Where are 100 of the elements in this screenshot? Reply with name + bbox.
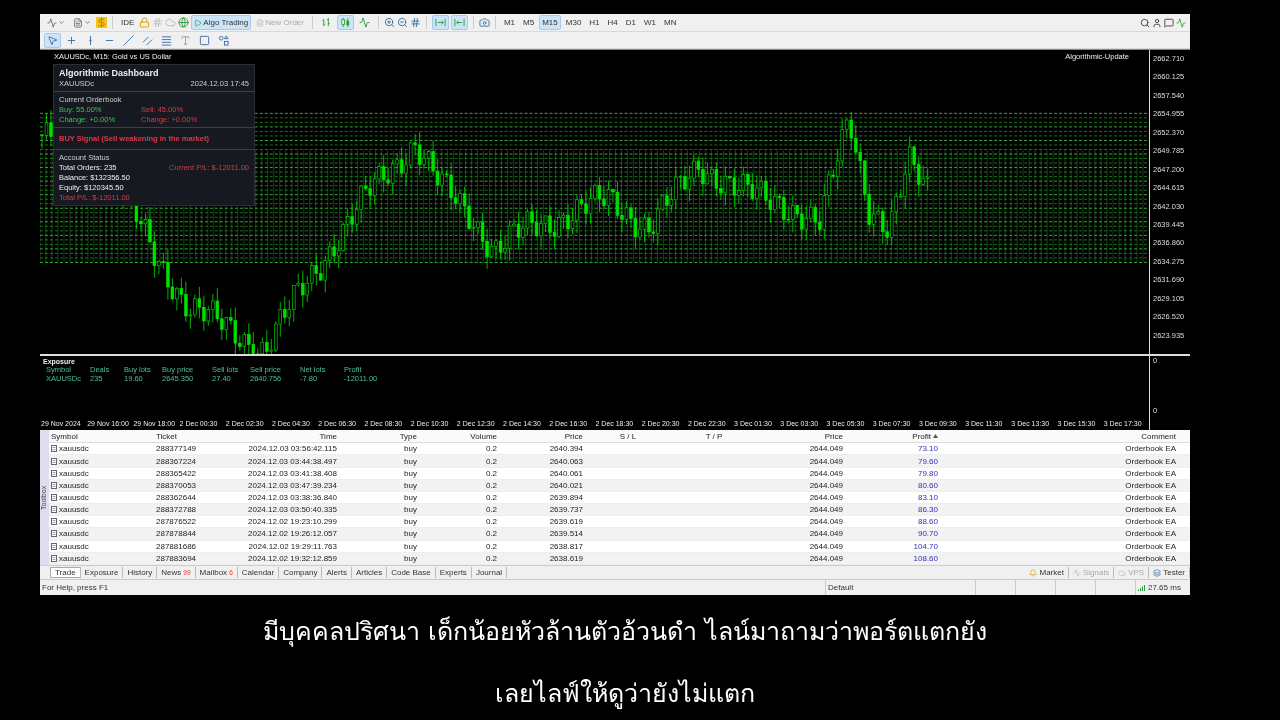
panel-tab[interactable]: Exposure <box>80 567 124 579</box>
document-icon <box>73 17 83 28</box>
column-header[interactable]: Time <box>229 431 339 441</box>
table-cell-text: 2644.049 <box>808 493 844 502</box>
service-tab[interactable]: Market <box>1025 567 1069 579</box>
table-cell-text: 2644.049 <box>808 553 844 563</box>
channel-icon <box>142 34 153 46</box>
table-cell-text: buy <box>403 493 418 502</box>
table-cell-text: 2024.12.02 19:29:11.763 <box>247 541 338 551</box>
table-cell-text: 2024.12.03 03:44:38.497 <box>247 456 338 466</box>
table-cell-text: 104.70 <box>912 541 939 551</box>
toggle-button[interactable] <box>44 32 61 48</box>
column-header[interactable]: Profit <box>845 431 940 441</box>
table-cell-text: 2644.049 <box>808 529 844 539</box>
timeframe-button[interactable]: H1 <box>586 15 603 31</box>
panel-tab[interactable]: History <box>123 567 158 579</box>
column-header[interactable]: T / P <box>671 431 757 441</box>
table-cell-text: 2644.049 <box>808 517 844 527</box>
bar-chart-icon <box>320 17 332 29</box>
toggle-button[interactable] <box>431 15 449 31</box>
table-cell-text: 88.60 <box>916 517 939 527</box>
table-cell-text: 2639.514 <box>548 529 584 539</box>
column-header[interactable]: S / L <box>585 431 671 441</box>
table-cell-text: Orderbook EA <box>1124 517 1177 527</box>
panel-tab[interactable]: Code Base <box>387 567 436 579</box>
table-cell-text: 2638.817 <box>548 541 584 551</box>
play-icon <box>194 18 203 27</box>
table-cell-text: 2024.12.02 19:26:12.057 <box>247 529 338 539</box>
candlestick-icon <box>339 17 351 29</box>
timeframe-button[interactable]: M15 <box>539 15 561 31</box>
table-cell-text: 2638.619 <box>548 553 584 563</box>
toggle-button[interactable] <box>120 32 137 48</box>
timeframe-button[interactable]: M1 <box>500 15 519 31</box>
service-tab[interactable]: Tester <box>1149 567 1190 579</box>
globe-icon[interactable] <box>178 17 190 29</box>
column-header[interactable]: Price <box>499 431 585 441</box>
camera-icon[interactable] <box>478 17 490 29</box>
column-header[interactable]: Symbol <box>49 431 154 441</box>
table-cell-text: 79.80 <box>916 468 939 478</box>
column-header[interactable]: Ticket <box>154 431 229 441</box>
column-header[interactable]: Type <box>339 431 419 441</box>
table-cell-text: Orderbook EA <box>1124 529 1177 539</box>
table-cell-text: 288367224 <box>155 456 198 466</box>
table-cell-text: Orderbook EA <box>1124 444 1177 454</box>
chart-shift-icon <box>453 17 465 29</box>
table-cell-text: 0.2 <box>484 553 498 563</box>
shapes-icon <box>218 34 229 46</box>
table-cell-text: 79.60 <box>916 456 939 466</box>
panel-tab[interactable]: Alerts <box>322 567 352 579</box>
cloud-icon[interactable] <box>165 17 177 29</box>
table-cell-text: 2640.394 <box>548 444 584 454</box>
toggle-button[interactable] <box>336 15 354 31</box>
table-cell-text: 2644.049 <box>808 505 844 515</box>
grid-icon[interactable] <box>152 17 164 29</box>
table-cell-text: 2639.619 <box>548 517 584 527</box>
zoom-in-icon[interactable] <box>383 17 395 29</box>
column-header[interactable]: Price <box>757 431 845 441</box>
tester-icon <box>1153 568 1162 577</box>
timeframe-button[interactable]: W1 <box>641 15 660 31</box>
search-icon[interactable] <box>1140 17 1150 28</box>
zoom-out-icon[interactable] <box>396 17 408 29</box>
grid-icon[interactable] <box>409 17 421 29</box>
panel-tab[interactable]: Trade <box>50 567 81 579</box>
timeframe-button[interactable]: M5 <box>520 15 538 31</box>
timeframe-button[interactable]: D1 <box>622 15 640 31</box>
table-cell: xauusdc <box>49 505 154 515</box>
timeframe-button[interactable]: H4 <box>604 15 621 31</box>
market-icon[interactable] <box>1176 17 1186 28</box>
timeframe-button[interactable]: MN <box>661 15 680 31</box>
account-icon[interactable] <box>1152 17 1162 28</box>
table-cell-text: 2644.049 <box>808 541 844 551</box>
panel-tab[interactable]: Experts <box>435 567 472 579</box>
table-cell-text: 0.2 <box>484 529 498 539</box>
column-header[interactable]: Volume <box>419 431 499 441</box>
status-help: For Help, press F1 <box>41 582 110 595</box>
cloud-icon <box>1118 568 1127 577</box>
order-icon <box>51 554 57 562</box>
table-cell-text: 86.30 <box>916 505 939 515</box>
table-cell-text: 2024.12.03 03:47:39.234 <box>247 480 338 490</box>
panel-tab[interactable]: Articles <box>351 567 388 579</box>
table-cell-text: Orderbook EA <box>1124 480 1177 490</box>
table-cell-text: buy <box>403 444 418 454</box>
panel-tab[interactable]: Company <box>279 567 323 579</box>
table-cell-text: 2024.12.02 19:23:10.299 <box>247 517 338 527</box>
panel-tab[interactable]: Journal <box>471 567 508 579</box>
order-icon <box>51 481 57 489</box>
cursor-icon <box>47 34 58 46</box>
chat-icon[interactable] <box>1164 17 1174 28</box>
algo-trading-button[interactable]: Algo Trading <box>191 15 252 31</box>
toggle-button[interactable] <box>450 15 468 31</box>
ide-button[interactable]: IDE <box>118 15 138 31</box>
table-cell-text: 2024.12.02 19:32:12.859 <box>247 553 338 563</box>
panel-tab[interactable]: Calendar <box>237 567 280 579</box>
table-cell-text: 2024.12.03 03:50:40.335 <box>247 505 338 515</box>
timeframe-button[interactable]: M30 <box>562 15 585 31</box>
table-cell-text: 2024.12.03 03:56:42.115 <box>247 444 338 454</box>
column-header[interactable]: Comment <box>940 431 1178 441</box>
dollar-icon[interactable] <box>96 17 107 29</box>
lock-icon[interactable] <box>139 17 151 29</box>
order-icon <box>51 457 57 465</box>
